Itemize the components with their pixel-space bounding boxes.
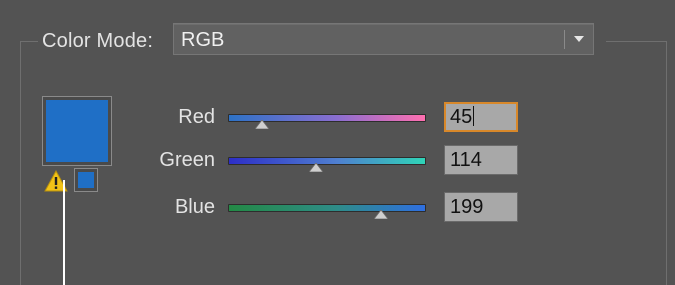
dropdown-separator [564,30,565,49]
red-label: Red [178,106,215,128]
red-value-input[interactable]: 45 [444,102,518,132]
text-caret [473,106,475,126]
blue-slider-thumb[interactable] [373,210,388,219]
chevron-down-icon[interactable] [572,32,586,46]
green-slider-track[interactable] [228,157,426,165]
blue-value-text: 199 [450,196,484,218]
red-value-text: 45 [450,106,473,128]
slider-row-red: Red 45 [0,102,675,136]
color-mode-label: Color Mode: [42,30,154,52]
blue-value-input[interactable]: 199 [444,192,518,222]
red-slider-thumb[interactable] [255,120,270,129]
color-mode-dropdown[interactable]: RGB [173,23,594,55]
color-picker-panel: Color Mode: RGB Red 45 Green 114 Blue 19… [0,0,675,285]
color-mode-value: RGB [181,29,225,51]
group-border-top-left [20,41,38,42]
green-label: Green [159,149,215,171]
blue-slider-track[interactable] [228,204,426,212]
green-slider-thumb[interactable] [308,163,323,172]
blue-label: Blue [174,196,215,218]
green-value-input[interactable]: 114 [444,145,518,175]
group-border-top-right [606,41,667,42]
slider-row-blue: Blue 199 [0,192,675,226]
green-value-text: 114 [450,149,482,171]
slider-row-green: Green 114 [0,145,675,179]
